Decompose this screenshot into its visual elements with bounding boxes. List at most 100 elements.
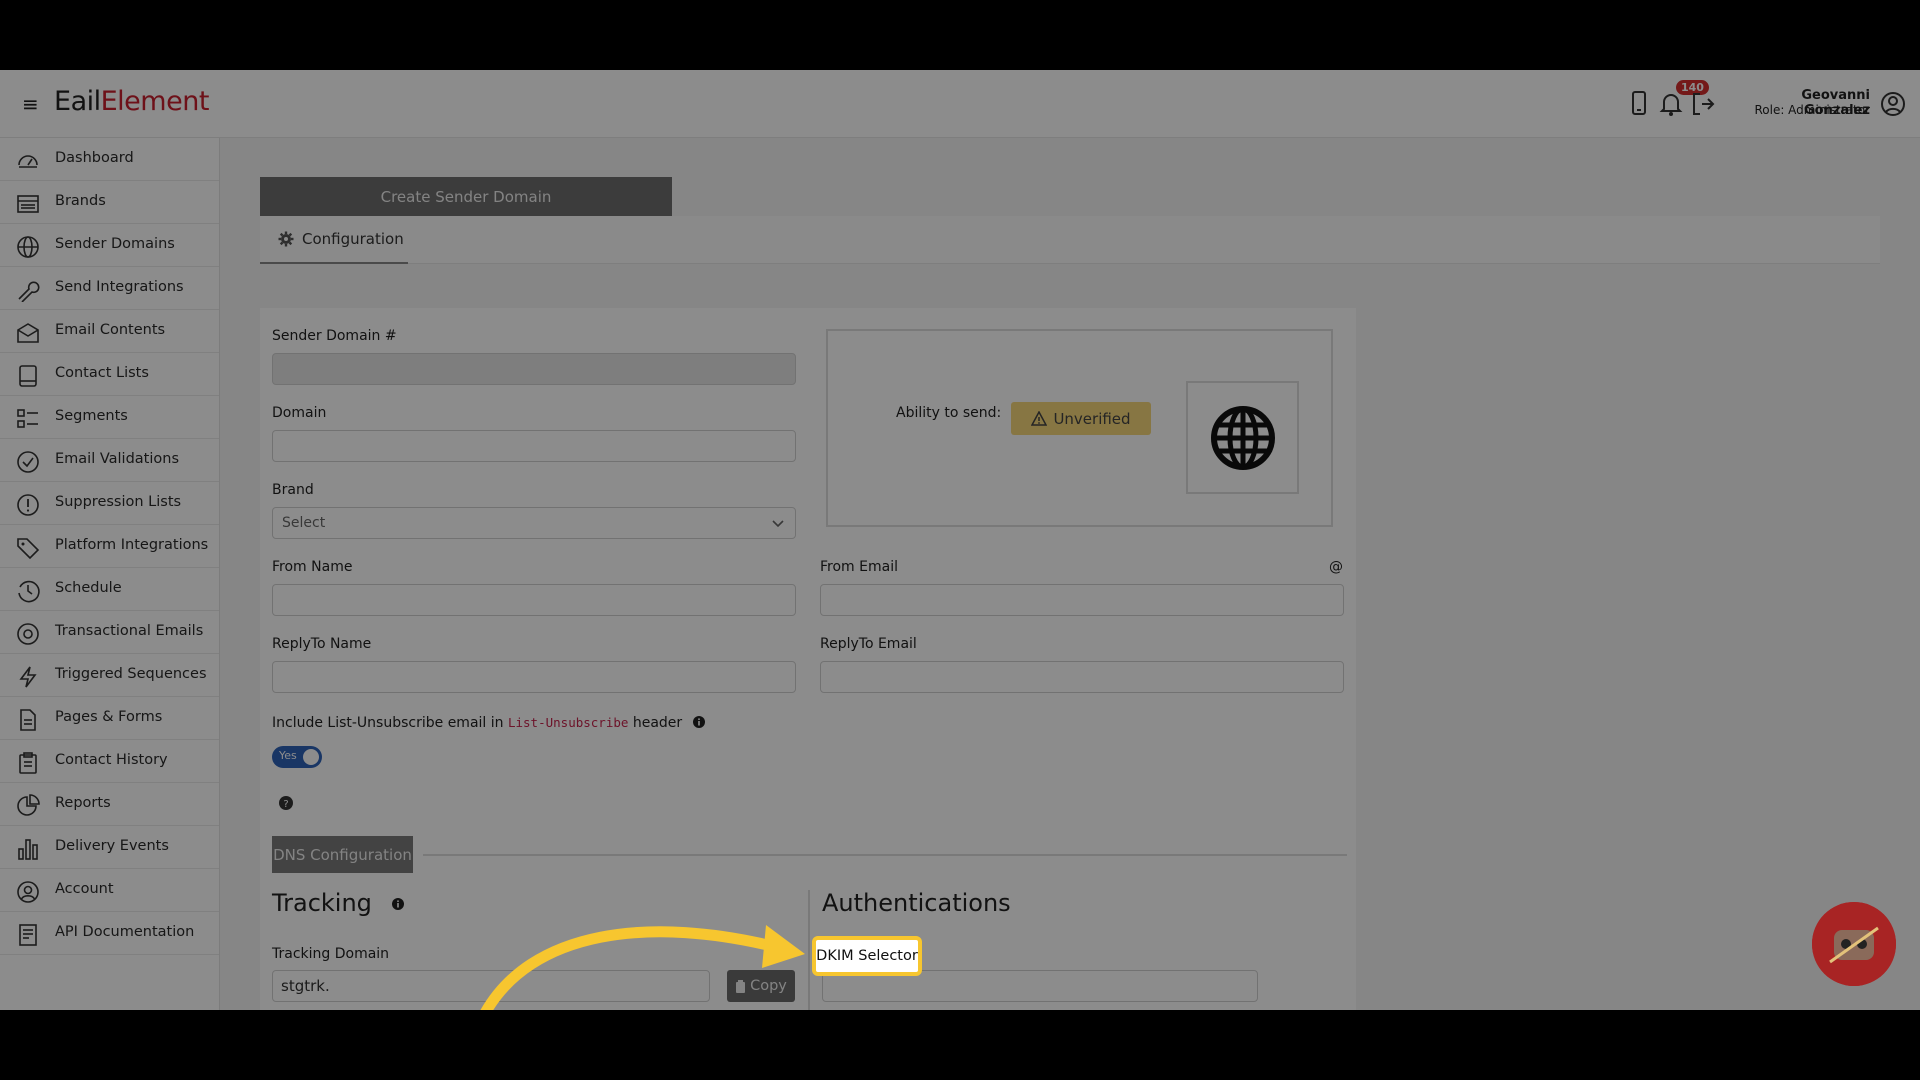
- sidebar-item-label: Segments: [55, 408, 128, 424]
- user-role: Role: Administrator: [1754, 103, 1870, 117]
- sender-domain-label: Sender Domain #: [272, 328, 397, 344]
- sidebar: Dashboard Brands Sender Domains Send Integr…: [0, 138, 220, 1010]
- domain-globe-panel: [1186, 381, 1299, 494]
- unsubscribe-suffix: header: [632, 715, 683, 731]
- sender-domain-field: [272, 353, 796, 385]
- from-email-label: From Email: [820, 559, 898, 575]
- sidebar-item-email-contents[interactable]: Email Contents: [0, 310, 219, 353]
- list-unsubscribe-toggle[interactable]: Yes: [272, 746, 322, 768]
- tab-dns-configuration[interactable]: DNS Configuration: [272, 836, 413, 873]
- domain-label: Domain: [272, 405, 327, 421]
- sidebar-item-label: Schedule: [55, 580, 122, 596]
- clock-icon: [18, 580, 40, 603]
- svg-text:?: ?: [283, 799, 288, 810]
- sidebar-item-platform-integrations[interactable]: Platform Integrations: [0, 525, 219, 568]
- sidebar-item-label: Suppression Lists: [55, 494, 182, 510]
- dkim-selector-label[interactable]: DKIM Selector: [812, 936, 922, 976]
- list-unsubscribe-label: Include List-Unsubscribe email in List-U…: [272, 715, 705, 731]
- from-name-label: From Name: [272, 559, 353, 575]
- warning-icon: [1031, 411, 1048, 426]
- robot-avatar-icon: [1812, 902, 1896, 986]
- sidebar-item-label: Account: [55, 881, 114, 897]
- help-icon[interactable]: ?: [279, 796, 293, 810]
- ability-to-send-label: Ability to send:: [896, 405, 1002, 421]
- tracking-title-text: Tracking: [272, 889, 372, 917]
- chat-widget[interactable]: [1812, 902, 1896, 986]
- mobile-icon[interactable]: [1626, 90, 1652, 118]
- tab-configuration-label: Configuration: [302, 230, 404, 248]
- document-icon: [19, 924, 37, 946]
- from-email-field[interactable]: [820, 584, 1344, 616]
- tab-configuration[interactable]: Configuration: [260, 216, 408, 264]
- sidebar-item-contact-history[interactable]: Contact History: [0, 740, 219, 783]
- user-avatar-icon[interactable]: [1880, 90, 1906, 118]
- sidebar-item-label: Contact History: [55, 752, 168, 768]
- sidebar-item-suppression-lists[interactable]: Suppression Lists: [0, 482, 219, 525]
- sidebar-item-account[interactable]: Account: [0, 869, 219, 912]
- clipboard-icon: [19, 752, 37, 774]
- tab-create-sender-domain[interactable]: Create Sender Domain: [260, 177, 672, 216]
- replyto-name-field[interactable]: [272, 661, 796, 693]
- sidebar-item-label: Triggered Sequences: [55, 666, 207, 682]
- segments-icon: [17, 409, 38, 428]
- sidebar-item-label: Email Validations: [55, 451, 179, 467]
- replyto-email-field[interactable]: [820, 661, 1344, 693]
- user-circle-icon: [17, 881, 39, 903]
- file-icon: [20, 709, 36, 731]
- brand-select[interactable]: Select: [272, 507, 796, 539]
- sidebar-item-label: Send Integrations: [55, 279, 184, 295]
- dns-divider: [423, 854, 1347, 856]
- sender-domain-form: Sender Domain # Domain Brand Select Abil…: [260, 308, 1356, 1010]
- sidebar-item-sender-domains[interactable]: Sender Domains: [0, 224, 219, 267]
- sidebar-item-contact-lists[interactable]: Contact Lists: [0, 353, 219, 396]
- sidebar-item-email-validations[interactable]: Email Validations: [0, 439, 219, 482]
- sidebar-item-schedule[interactable]: Schedule: [0, 568, 219, 611]
- sending-status-panel: Ability to send: Unverified: [826, 329, 1333, 527]
- sidebar-item-label: Brands: [55, 193, 106, 209]
- tracking-title: Tracking: [272, 889, 404, 917]
- unsubscribe-code: List-Unsubscribe: [507, 715, 629, 730]
- logout-icon[interactable]: [1690, 90, 1716, 118]
- globe-icon: [1210, 405, 1275, 470]
- sidebar-item-label: API Documentation: [55, 924, 195, 940]
- from-name-field[interactable]: [272, 584, 796, 616]
- logo[interactable]: EailElement: [54, 86, 209, 117]
- sidebar-item-brands[interactable]: Brands: [0, 181, 219, 224]
- sidebar-item-segments[interactable]: Segments: [0, 396, 219, 439]
- sidebar-item-triggered-sequences[interactable]: Triggered Sequences: [0, 654, 219, 697]
- sidebar-item-transactional-emails[interactable]: Transactional Emails: [0, 611, 219, 654]
- hamburger-menu-icon[interactable]: ≡: [22, 92, 39, 116]
- config-tab-bar: Configuration: [260, 216, 1880, 264]
- app-screen: ≡ EailElement 140 Geovanni Gonzalez Role…: [0, 70, 1920, 1010]
- tracking-domain-value: stgtrk.: [281, 977, 330, 995]
- sidebar-item-pages-forms[interactable]: Pages & Forms: [0, 697, 219, 740]
- domain-field[interactable]: [272, 430, 796, 462]
- sidebar-item-label: Reports: [55, 795, 111, 811]
- unverified-badge: Unverified: [1011, 402, 1151, 435]
- sidebar-item-label: Pages & Forms: [55, 709, 163, 725]
- tracking-info-icon[interactable]: [391, 898, 404, 910]
- sidebar-item-dashboard[interactable]: Dashboard: [0, 138, 219, 181]
- info-icon[interactable]: [692, 716, 705, 728]
- dashboard-icon: [18, 155, 38, 168]
- logo-accent: Element: [100, 86, 210, 117]
- unsubscribe-prefix: Include List-Unsubscribe email in: [272, 715, 504, 731]
- at-icon: [17, 623, 39, 645]
- exclamation-circle-icon: [17, 494, 39, 516]
- lightning-icon: [19, 666, 37, 688]
- book-icon: [19, 365, 37, 387]
- replyto-email-label: ReplyTo Email: [820, 636, 917, 652]
- globe-icon: [17, 236, 39, 258]
- sidebar-item-label: Transactional Emails: [55, 623, 204, 639]
- sidebar-item-label: Delivery Events: [55, 838, 169, 854]
- sidebar-item-reports[interactable]: Reports: [0, 783, 219, 826]
- sidebar-item-delivery-events[interactable]: Delivery Events: [0, 826, 219, 869]
- sidebar-item-label: Contact Lists: [55, 365, 149, 381]
- sidebar-item-label: Email Contents: [55, 322, 166, 338]
- sidebar-item-label: Platform Integrations: [55, 537, 209, 553]
- sidebar-item-send-integrations[interactable]: Send Integrations: [0, 267, 219, 310]
- sidebar-item-api-documentation[interactable]: API Documentation: [0, 912, 219, 955]
- brand-select-value: Select: [282, 515, 326, 531]
- wrench-icon: [18, 281, 40, 302]
- logo-mid: ail: [70, 86, 102, 117]
